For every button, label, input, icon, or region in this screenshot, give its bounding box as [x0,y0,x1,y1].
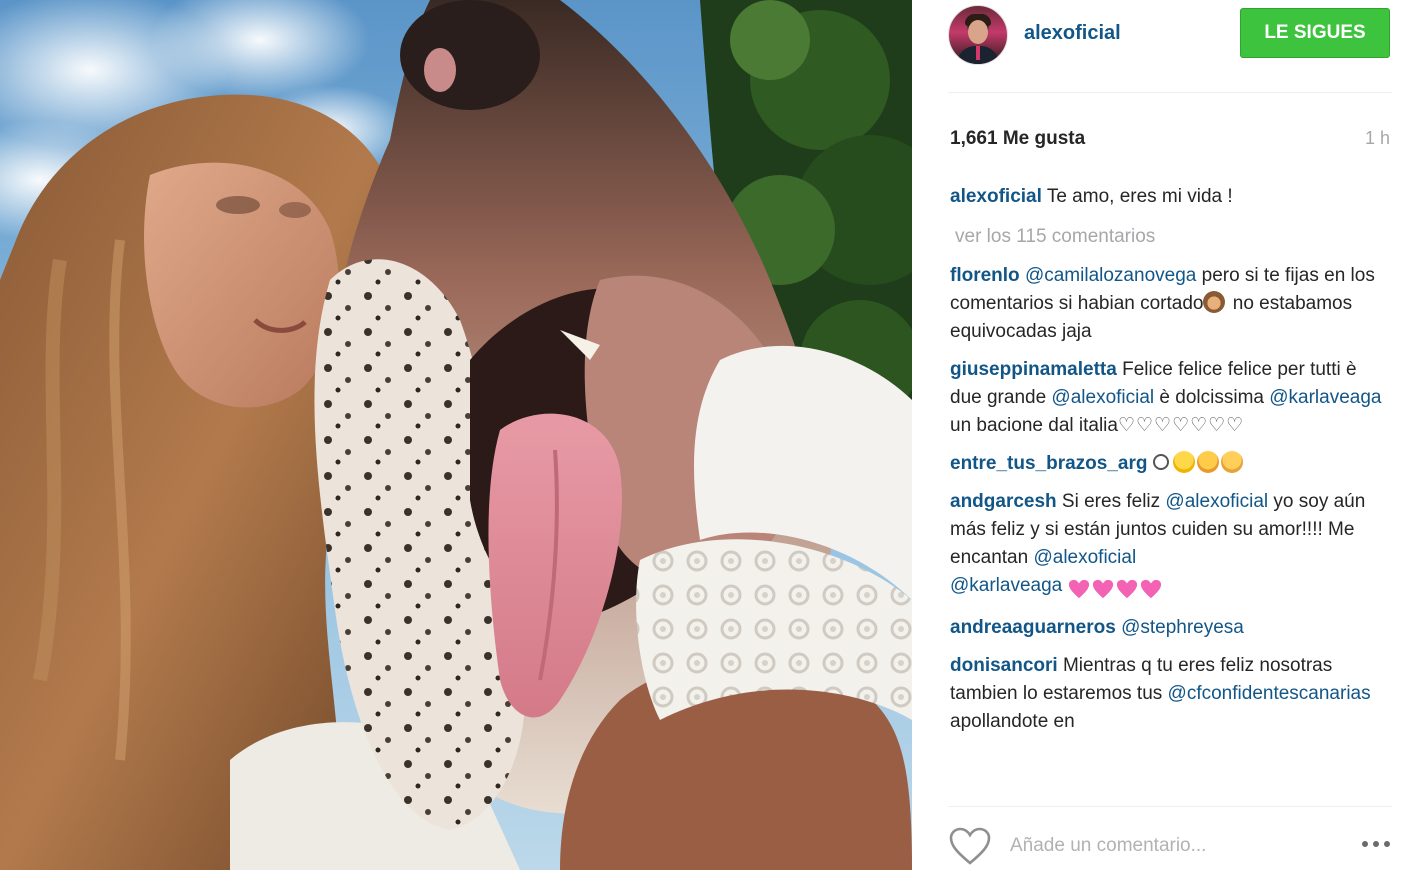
instagram-post-page: alexoficial LE SIGUES 1,661 Me gusta 1 h… [0,0,1410,870]
comment-mention[interactable]: @alexoficial [1051,387,1154,408]
comment-mention[interactable]: @stephreyesa [1121,617,1244,638]
comment-username[interactable]: giuseppinamaletta [950,359,1117,380]
ellipsis-icon[interactable] [1360,838,1392,850]
comment-mention[interactable]: @karlaveaga [1269,387,1381,408]
author-avatar[interactable] [948,5,1008,65]
comment-item: florenlo @camilalozanovega pero si te fi… [950,262,1390,346]
comment-username[interactable]: andgarcesh [950,491,1057,512]
smile-outline-icon [1152,454,1169,470]
comments-list: alexoficial Te amo, eres mi vida ! ver l… [950,183,1390,736]
comment-username[interactable]: donisancori [950,655,1058,676]
comment-text: un bacione dal italia [950,415,1118,436]
comment-mention[interactable]: @cfconfidentescanarias [1168,683,1371,704]
post-sidebar: alexoficial LE SIGUES 1,661 Me gusta 1 h… [912,0,1410,870]
comment-username[interactable]: florenlo [950,265,1020,286]
caption-text: Te amo, eres mi vida ! [1046,186,1233,207]
see-no-evil-monkey-icon [1203,291,1226,313]
kissing-face-icon [1196,451,1219,473]
comment-composer [912,808,1410,870]
comment-text: è dolcissima [1154,387,1270,408]
pink-hearts-icon [1068,576,1164,604]
footer-divider [948,806,1392,807]
likes-count[interactable]: 1,661 Me gusta [950,128,1085,150]
kissing-closed-eyes-icon [1220,451,1243,473]
comment-item: entre_tus_brazos_arg [950,450,1390,478]
comment-username[interactable]: entre_tus_brazos_arg [950,453,1147,474]
comment-mention[interactable]: @alexoficial [1165,491,1268,512]
comment-mention[interactable]: @karlaveaga [950,575,1062,596]
comment-item: giuseppinamaletta Felice felice felice p… [950,356,1390,440]
comment-item: andreaaguarneros @stephreyesa [950,614,1390,642]
post-header: alexoficial LE SIGUES [912,0,1410,92]
outline-hearts-icon: ♡♡♡♡♡♡♡ [1117,415,1245,436]
heart-outline-icon[interactable] [948,826,992,866]
smiling-face-icon [1172,451,1195,473]
header-divider [948,92,1392,93]
author-username[interactable]: alexoficial [1024,22,1121,45]
comment-text: Si eres feliz [1056,491,1166,512]
view-all-comments-link[interactable]: ver los 115 comentarios [955,223,1390,251]
caption: alexoficial Te amo, eres mi vida ! [950,183,1390,211]
comment-username[interactable]: andreaaguarneros [950,617,1116,638]
comment-item: andgarcesh Si eres feliz @alexoficial yo… [950,488,1390,604]
photo-illustration [0,0,912,870]
add-comment-input[interactable] [1008,828,1332,864]
comment-item: donisancori Mientras q tu eres feliz nos… [950,652,1390,736]
following-button[interactable]: LE SIGUES [1240,8,1390,58]
comment-text: apollandote en [950,711,1075,732]
comment-mention[interactable]: @alexoficial [1033,547,1136,568]
comment-mention[interactable]: @camilalozanovega [1025,265,1196,286]
caption-username[interactable]: alexoficial [950,186,1042,207]
post-photo[interactable] [0,0,912,870]
post-timestamp[interactable]: 1 h [1365,128,1390,149]
